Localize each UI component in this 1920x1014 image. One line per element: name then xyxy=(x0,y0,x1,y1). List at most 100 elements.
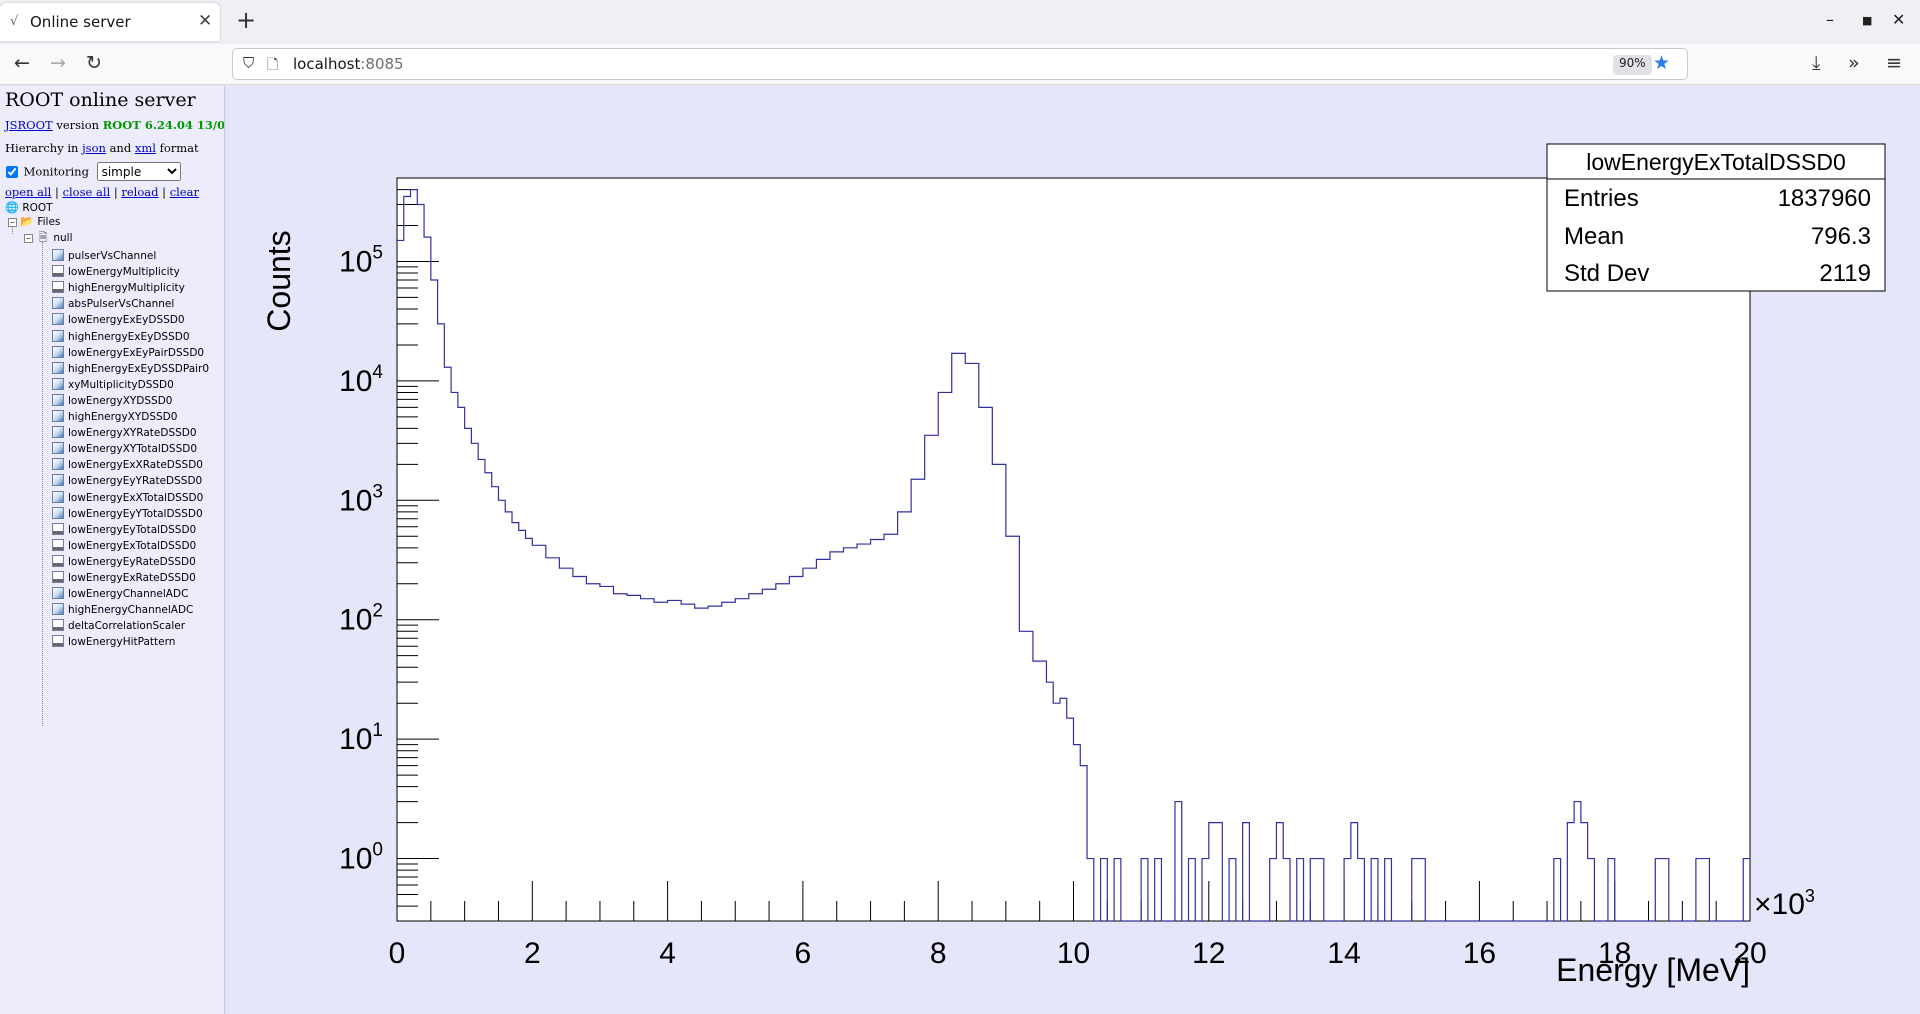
page-icon: 🗋 xyxy=(267,57,279,73)
tree-item-lowEnergyEyTotalDSSD0[interactable]: lowEnergyEyTotalDSSD0 xyxy=(52,522,197,538)
hamburger-menu-icon[interactable]: ≡ xyxy=(1886,52,1902,74)
tree-item-highEnergyExEyDSSD0[interactable]: highEnergyExEyDSSD0 xyxy=(52,329,190,345)
tree-item-lowEnergyXYTotalDSSD0[interactable]: lowEnergyXYTotalDSSD0 xyxy=(52,442,197,457)
tree-item-highEnergyChannelADC[interactable]: highEnergyChannelADC xyxy=(52,603,193,618)
tree-item-lowEnergyMultiplicity[interactable]: lowEnergyMultiplicity xyxy=(52,265,180,280)
tree-files-node[interactable]: − 📂 Files xyxy=(8,215,60,230)
download-icon[interactable]: ⤓ xyxy=(1812,52,1820,74)
tree-item-lowEnergyEyRateDSSD0[interactable]: lowEnergyEyRateDSSD0 xyxy=(52,554,196,570)
tree-item-lowEnergyXYRateDSSD0[interactable]: lowEnergyXYRateDSSD0 xyxy=(52,426,197,441)
tree-item-xyMultiplicityDSSD0[interactable]: xyMultiplicityDSSD0 xyxy=(52,377,174,393)
hierarchy-panel: ROOT online server JSROOT version ROOT 6… xyxy=(0,86,224,1014)
tree-item-lowEnergyHitPattern[interactable]: lowEnergyHitPattern xyxy=(52,635,175,650)
stats-label-entries: Entries xyxy=(1564,185,1639,212)
tree-null-node[interactable]: − 🗎 null xyxy=(24,229,73,244)
new-tab-icon[interactable]: + xyxy=(236,6,256,34)
close-window-icon[interactable]: ✕ xyxy=(1892,10,1905,29)
tree-item-label: lowEnergyExTotalDSSD0 xyxy=(68,539,197,552)
stats-title: lowEnergyExTotalDSSD0 xyxy=(1586,149,1846,175)
file-icon: 🗎 xyxy=(38,231,48,244)
zoom-level-badge[interactable]: 90% xyxy=(1613,55,1652,75)
tree-item-label: lowEnergyMultiplicity xyxy=(68,266,180,279)
tree-item-lowEnergyExTotalDSSD0[interactable]: lowEnergyExTotalDSSD0 xyxy=(52,538,197,554)
x-tick-label: 12 xyxy=(1192,937,1225,970)
tree-item-label: lowEnergyExEyDSSD0 xyxy=(68,314,185,327)
y-axis-label: Counts xyxy=(261,230,297,331)
histogram-1d-icon xyxy=(52,571,64,583)
histogram-2d-icon xyxy=(52,313,64,326)
url-bar[interactable]: ⛉ 🗋 localhost:8085 90% ★ xyxy=(232,48,1688,80)
tree-item-label: pulserVsChannel xyxy=(68,250,157,262)
tree-item-lowEnergyExXTotalDSSD0[interactable]: lowEnergyExXTotalDSSD0 xyxy=(52,490,203,506)
tree-actions: open all | close all | reload | clear xyxy=(5,185,199,199)
tree-item-absPulserVsChannel[interactable]: absPulserVsChannel xyxy=(52,297,174,312)
clear-link[interactable]: clear xyxy=(170,185,199,199)
x-tick-label: 2 xyxy=(524,937,541,970)
server-title: ROOT online server xyxy=(5,89,196,111)
tree-item-label: lowEnergyChannelADC xyxy=(68,588,189,601)
histogram-1d-icon xyxy=(52,554,64,567)
stats-value-stddev: 2119 xyxy=(1819,260,1871,287)
tree-item-lowEnergyExRateDSSD0[interactable]: lowEnergyExRateDSSD0 xyxy=(52,571,196,586)
collapse-toggle-icon[interactable]: − xyxy=(24,234,33,243)
x-tick-label: 16 xyxy=(1463,937,1496,970)
tree-item-label: xyMultiplicityDSSD0 xyxy=(68,378,174,391)
open-all-link[interactable]: open all xyxy=(5,185,51,199)
maximize-icon[interactable]: ■ xyxy=(1862,14,1872,27)
navigation-bar: ← → ↻ ⛉ 🗋 localhost:8085 90% ★ ⤓ » ≡ xyxy=(0,44,1920,85)
shield-icon[interactable]: ⛉ xyxy=(243,54,254,72)
close-all-link[interactable]: close all xyxy=(63,185,111,199)
tab-title: Online server xyxy=(30,13,131,31)
stats-box[interactable]: lowEnergyExTotalDSSD0 Entries 1837960 Me… xyxy=(1546,143,1886,292)
tree-item-lowEnergyExXRateDSSD0[interactable]: lowEnergyExXRateDSSD0 xyxy=(52,458,203,473)
xml-link[interactable]: xml xyxy=(135,141,156,155)
tab-bar: √ Online server ✕ + – ■ ✕ xyxy=(0,0,1920,44)
overflow-menu-icon[interactable]: » xyxy=(1848,52,1860,74)
tree-item-pulserVsChannel[interactable]: pulserVsChannel xyxy=(52,249,156,264)
forward-arrow-icon[interactable]: → xyxy=(50,52,66,74)
histogram-2d-icon xyxy=(52,393,64,406)
histogram-1d-icon xyxy=(52,635,64,648)
histogram-2d-icon xyxy=(52,474,64,487)
close-tab-icon[interactable]: ✕ xyxy=(198,11,212,31)
tree-item-lowEnergyExEyDSSD0[interactable]: lowEnergyExEyDSSD0 xyxy=(52,313,185,328)
histogram-canvas[interactable]: 100101102103104105 0 2 4 6 8 10 12 14 16 18 20 Cou… xyxy=(230,86,1920,1014)
histogram-2d-icon xyxy=(52,603,64,616)
reload-link[interactable]: reload xyxy=(121,185,158,199)
monitoring-checkbox[interactable] xyxy=(6,165,18,178)
stats-label-mean: Mean xyxy=(1564,223,1624,250)
root-version: ROOT 6.24.04 13/07/2 xyxy=(102,118,224,132)
tree-item-lowEnergyXYDSSD0[interactable]: lowEnergyXYDSSD0 xyxy=(52,393,172,409)
tree-item-label: highEnergyXYDSSD0 xyxy=(68,411,178,423)
back-arrow-icon[interactable]: ← xyxy=(14,52,30,74)
jsroot-link[interactable]: JSROOT xyxy=(5,118,53,132)
version-line: JSROOT version ROOT 6.24.04 13/07/2 xyxy=(5,118,224,132)
tree-item-label: lowEnergyXYTotalDSSD0 xyxy=(68,443,197,456)
reload-icon[interactable]: ↻ xyxy=(86,52,102,74)
tree-item-label: lowEnergyEyTotalDSSD0 xyxy=(68,523,197,536)
browser-tab[interactable]: √ Online server ✕ xyxy=(0,3,220,41)
tree-item-label: lowEnergyHitPattern xyxy=(68,636,176,649)
monitoring-mode-select[interactable]: simple xyxy=(96,162,181,181)
tree-item-lowEnergyExEyPairDSSD0[interactable]: lowEnergyExEyPairDSSD0 xyxy=(52,345,204,361)
tree-item-highEnergyXYDSSD0[interactable]: highEnergyXYDSSD0 xyxy=(52,410,177,425)
stats-value-entries: 1837960 xyxy=(1778,185,1871,212)
tree-item-deltaCorrelationScaler[interactable]: deltaCorrelationScaler xyxy=(52,619,185,634)
tree-item-label: lowEnergyExXRateDSSD0 xyxy=(68,459,203,472)
url-text[interactable]: localhost:8085 xyxy=(293,55,404,73)
tree-root-node[interactable]: 🌐 ROOT xyxy=(5,201,52,216)
tree-item-highEnergyExEyDSSDPair0[interactable]: highEnergyExEyDSSDPair0 xyxy=(52,361,209,377)
tree-item-label: highEnergyExEyDSSD0 xyxy=(68,330,190,343)
minimize-icon[interactable]: – xyxy=(1826,10,1834,29)
histogram-2d-icon xyxy=(52,506,64,519)
x-tick-label: 8 xyxy=(930,937,947,970)
json-link[interactable]: json xyxy=(82,141,106,155)
bookmark-star-icon[interactable]: ★ xyxy=(1653,52,1670,74)
histogram-2d-icon xyxy=(52,458,64,471)
tree-item-highEnergyMultiplicity[interactable]: highEnergyMultiplicity xyxy=(52,281,185,296)
histogram-1d-icon xyxy=(52,281,64,294)
tree-item-lowEnergyEyYTotalDSSD0[interactable]: lowEnergyEyYTotalDSSD0 xyxy=(52,506,203,522)
tree-guide-line xyxy=(42,242,43,726)
tree-item-lowEnergyEyYRateDSSD0[interactable]: lowEnergyEyYRateDSSD0 xyxy=(52,474,202,489)
tree-item-lowEnergyChannelADC[interactable]: lowEnergyChannelADC xyxy=(52,587,188,602)
